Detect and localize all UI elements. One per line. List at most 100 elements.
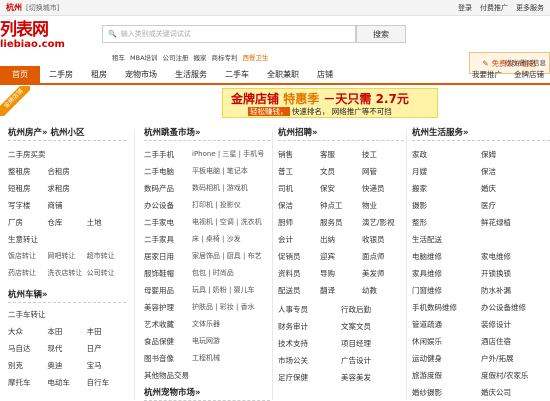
category-link[interactable]: 技术支持 [278, 335, 341, 352]
category-link[interactable]: 二手手机 [144, 146, 192, 163]
category-link[interactable]: 家电维修 [481, 248, 550, 265]
category-link[interactable]: 项目经理 [341, 335, 404, 352]
category-link[interactable]: 休闲娱乐 [412, 333, 481, 350]
category-link[interactable]: 服饰鞋帽 [144, 265, 192, 282]
category-link[interactable]: 财务审计 [278, 318, 341, 335]
category-link[interactable]: 母婴用品 [144, 282, 192, 299]
category-link[interactable]: 行政后勤 [341, 301, 404, 318]
category-link[interactable]: 电玩网游 [192, 333, 270, 350]
category-link[interactable]: 促销员 [278, 248, 320, 265]
category-link[interactable]: 导购 [320, 265, 362, 282]
category-link[interactable]: 度假村/农家乐 [481, 367, 550, 384]
category-link[interactable]: 超市转让 [87, 248, 126, 265]
category-link[interactable]: 厂房 [8, 214, 47, 231]
category-link[interactable]: 二手家电 [144, 214, 192, 231]
category-link[interactable]: 保安 [320, 180, 362, 197]
nav-pet-market[interactable]: 宠物市场 [116, 66, 166, 83]
category-link[interactable]: 床 | 桌椅 | 沙发 [192, 231, 270, 248]
category-link[interactable]: 会计 [278, 231, 320, 248]
category-link[interactable]: 开锁换锁 [481, 265, 550, 282]
category-link[interactable]: 其他物品交易 [144, 367, 192, 384]
category-link[interactable]: 仓库 [47, 214, 86, 231]
category-link[interactable]: 家具维修 [412, 265, 481, 282]
category-link[interactable]: 洗衣店转让 [47, 265, 86, 282]
category-link[interactable]: 数码产品 [144, 180, 192, 197]
hot-link[interactable]: 租车 [112, 52, 125, 62]
category-link[interactable]: 网管 [362, 163, 404, 180]
category-link[interactable]: 图书音像 [144, 350, 192, 367]
category-link[interactable]: 二手房买卖 [8, 146, 47, 163]
category-link[interactable]: 厨师 [278, 214, 320, 231]
jobs-title[interactable]: 杭州招聘» [278, 126, 404, 141]
category-link[interactable]: 二手车转让 [8, 306, 47, 323]
category-link[interactable]: 二手家具 [144, 231, 192, 248]
category-link[interactable]: 人事专员 [278, 301, 341, 318]
category-link[interactable]: 包包 | 时尚品 [192, 265, 270, 282]
category-link[interactable]: 面点师 [362, 248, 404, 265]
category-link[interactable]: 网吧转让 [47, 248, 86, 265]
category-link[interactable]: 管道疏通 [412, 316, 481, 333]
category-link[interactable]: 旅游度假 [412, 367, 481, 384]
category-link[interactable]: 现代 [47, 340, 86, 357]
category-link[interactable]: 数码相机 | 游戏机 [192, 180, 270, 197]
category-link[interactable]: 整租房 [8, 163, 47, 180]
category-link[interactable]: 防水补漏 [481, 282, 550, 299]
category-link[interactable]: 奥迪 [47, 357, 86, 374]
category-link[interactable]: 打印机 | 投影仪 [192, 197, 270, 214]
category-link[interactable]: 居家日用 [144, 248, 192, 265]
category-link[interactable]: 求租房 [47, 180, 86, 197]
nav-rent[interactable]: 租房 [82, 66, 116, 83]
promo-banner[interactable]: 金牌店铺 特惠季 －天只需 2.7元 轻松赚钱， 快速排名， 网络推广等不可挡 [222, 88, 438, 118]
category-link[interactable]: 酒店住宿 [481, 333, 550, 350]
category-link[interactable]: 摩托车 [8, 374, 47, 391]
category-link[interactable] [192, 367, 270, 384]
category-link[interactable]: 司机 [278, 180, 320, 197]
category-link[interactable]: 美发师 [362, 265, 404, 282]
category-link[interactable]: 家居饰品 | 厨具 | 布艺 [192, 248, 270, 265]
category-link[interactable]: 平板电脑 | 笔记本 [192, 163, 270, 180]
promote-nav-link[interactable]: 我要推广 [472, 69, 502, 80]
category-link[interactable]: 演艺/影视 [362, 214, 404, 231]
category-link[interactable]: 迎宾 [320, 248, 362, 265]
category-link[interactable]: 户外/拓展 [481, 350, 550, 367]
category-link[interactable]: 足疗保健 [278, 369, 341, 386]
more-services-link[interactable]: 更多服务 [516, 3, 544, 13]
category-link[interactable]: 销售 [278, 146, 320, 163]
category-link[interactable]: 市场公关 [278, 352, 341, 369]
category-link[interactable]: 钟点工 [320, 197, 362, 214]
category-link[interactable]: 玩具 | 奶粉 | 婴儿车 [192, 282, 270, 299]
house-title[interactable]: 杭州房产» 杭州小区 [8, 126, 126, 141]
category-link[interactable]: 自行车 [87, 374, 126, 391]
category-link[interactable]: 本田 [47, 323, 86, 340]
category-link[interactable]: 文员 [320, 163, 362, 180]
category-link[interactable]: 搬家 [412, 180, 481, 197]
category-link[interactable]: 美容美发 [341, 369, 404, 386]
category-link[interactable]: iPhone | 三星 | 手机号 [192, 146, 270, 163]
category-link[interactable]: 短租房 [8, 180, 47, 197]
category-link[interactable]: 电脑维修 [412, 248, 481, 265]
category-link[interactable]: 整形 [412, 214, 481, 231]
category-link[interactable]: 宝马 [87, 357, 126, 374]
category-link[interactable]: 丰田 [87, 323, 126, 340]
gold-shop-nav-link[interactable]: 金牌店铺 [514, 69, 544, 80]
hot-link[interactable]: 搬家 [194, 52, 207, 62]
category-link[interactable]: 收银员 [362, 231, 404, 248]
category-link[interactable]: 艺术收藏 [144, 316, 192, 333]
category-link[interactable]: 技工 [362, 146, 404, 163]
category-link[interactable]: 办公设备维修 [481, 299, 550, 316]
category-link[interactable]: 电动车 [47, 374, 86, 391]
category-link[interactable]: 服务员 [320, 214, 362, 231]
category-link[interactable]: 二手电脑 [144, 163, 192, 180]
category-link[interactable]: 美容护理 [144, 299, 192, 316]
switch-city-link[interactable]: [切换城市] [26, 3, 59, 13]
category-link[interactable]: 保洁 [278, 197, 320, 214]
category-link[interactable]: 客服 [320, 146, 362, 163]
category-link[interactable]: 合租房 [47, 163, 86, 180]
nav-used-car[interactable]: 二手车 [216, 66, 258, 83]
category-link[interactable]: 大众 [8, 323, 47, 340]
category-link[interactable]: 婚纱摄影 [412, 384, 481, 401]
search-button[interactable]: 搜索 [356, 25, 406, 43]
nav-life-service[interactable]: 生活服务 [166, 66, 216, 83]
category-link[interactable]: 护肤品 | 彩妆 | 香水 [192, 299, 270, 316]
flea-title[interactable]: 杭州跳蚤市场» [144, 126, 270, 141]
